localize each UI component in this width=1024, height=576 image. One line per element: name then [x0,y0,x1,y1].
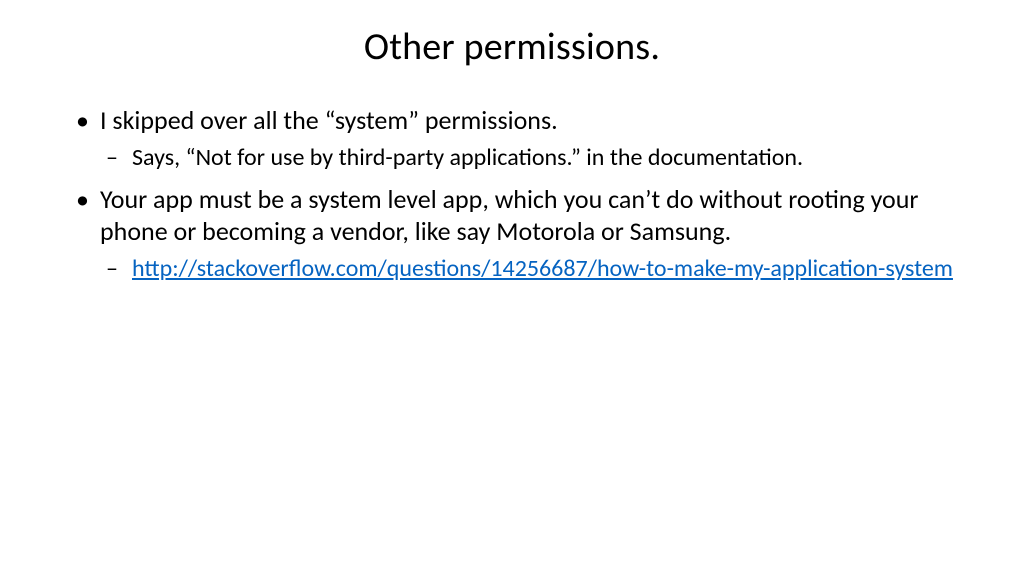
sub-bullet-item: Says, “Not for use by third-party applic… [100,143,954,173]
sub-bullet-text: Says, “Not for use by third-party applic… [132,143,803,172]
bullet-text: Your app must be a system level app, whi… [100,183,918,248]
slide-title: Other permissions. [70,24,954,70]
bullet-list: I skipped over all the “system” permissi… [70,104,954,284]
sub-bullet-list: http://stackoverflow.com/questions/14256… [100,254,954,284]
bullet-item: Your app must be a system level app, whi… [70,183,954,284]
bullet-item: I skipped over all the “system” permissi… [70,104,954,173]
bullet-text: I skipped over all the “system” permissi… [100,104,558,136]
sub-bullet-list: Says, “Not for use by third-party applic… [100,143,954,173]
sub-bullet-item: http://stackoverflow.com/questions/14256… [100,254,954,284]
reference-link[interactable]: http://stackoverflow.com/questions/14256… [132,254,953,283]
